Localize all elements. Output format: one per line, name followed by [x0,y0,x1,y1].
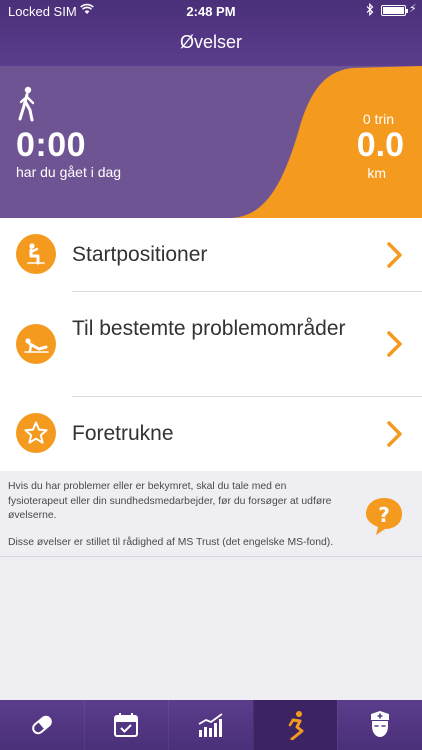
tab-bar [0,700,422,750]
disclaimer-text: Hvis du har problemer eller er bekymret,… [8,481,332,521]
menu-item-foretrukne[interactable]: Foretrukne [0,397,422,470]
exercise-icon [288,711,304,740]
calendar-check-icon [114,713,139,737]
walk-time-value: 0:00 [16,126,87,164]
battery-icon [381,5,408,16]
pill-icon [31,715,52,735]
exercise-menu: Startpositioner Til bestemte problemområ… [0,218,422,453]
tab-chart[interactable] [168,700,253,750]
menu-item-label: Til bestemte problemområder [72,317,346,340]
activity-summary: 0:00 har du gået i dag 0 trin 0.0 km [0,66,422,218]
exercise-position-icon [16,234,56,274]
chevron-right-icon [387,421,402,447]
stretch-icon [16,324,56,364]
credit-text: Disse øvelser er stillet til rådighed af… [8,537,334,548]
tab-calendar[interactable] [83,700,169,750]
menu-item-problemomrader[interactable]: Til bestemte problemområder [0,292,422,397]
distance-value: 0.0 [356,126,404,164]
charging-icon: ⚡ [409,3,417,15]
menu-item-label: Foretrukne [72,422,174,445]
star-icon [16,413,56,453]
page-title: Øvelser [179,32,242,52]
top-bar: Locked SIM 2:48 PM ⚡ Øvelser [0,0,422,66]
nurse-icon [371,711,390,737]
menu-item-startpositioner[interactable]: Startpositioner [0,218,422,291]
distance-unit: km [367,165,386,181]
status-bar: Locked SIM 2:48 PM ⚡ [0,0,422,22]
steps-count: 0 trin [362,111,394,127]
chevron-right-icon [387,242,402,268]
walking-icon [16,86,40,127]
chevron-right-icon [387,331,402,357]
disclaimer-section: Hvis du har problemer eller er bekymret,… [0,471,422,700]
bar-chart-icon [198,713,223,737]
help-bubble-icon[interactable]: ? [364,496,404,541]
tab-nurse[interactable] [337,700,422,750]
walk-time-label: har du gået i dag [16,164,122,180]
svg-text:?: ? [378,503,390,527]
clock: 2:48 PM [186,4,236,19]
divider [0,556,422,557]
menu-item-label: Startpositioner [72,243,208,266]
tab-exercise[interactable] [252,700,338,750]
tab-medication[interactable] [0,700,84,750]
bluetooth-icon [366,2,374,19]
